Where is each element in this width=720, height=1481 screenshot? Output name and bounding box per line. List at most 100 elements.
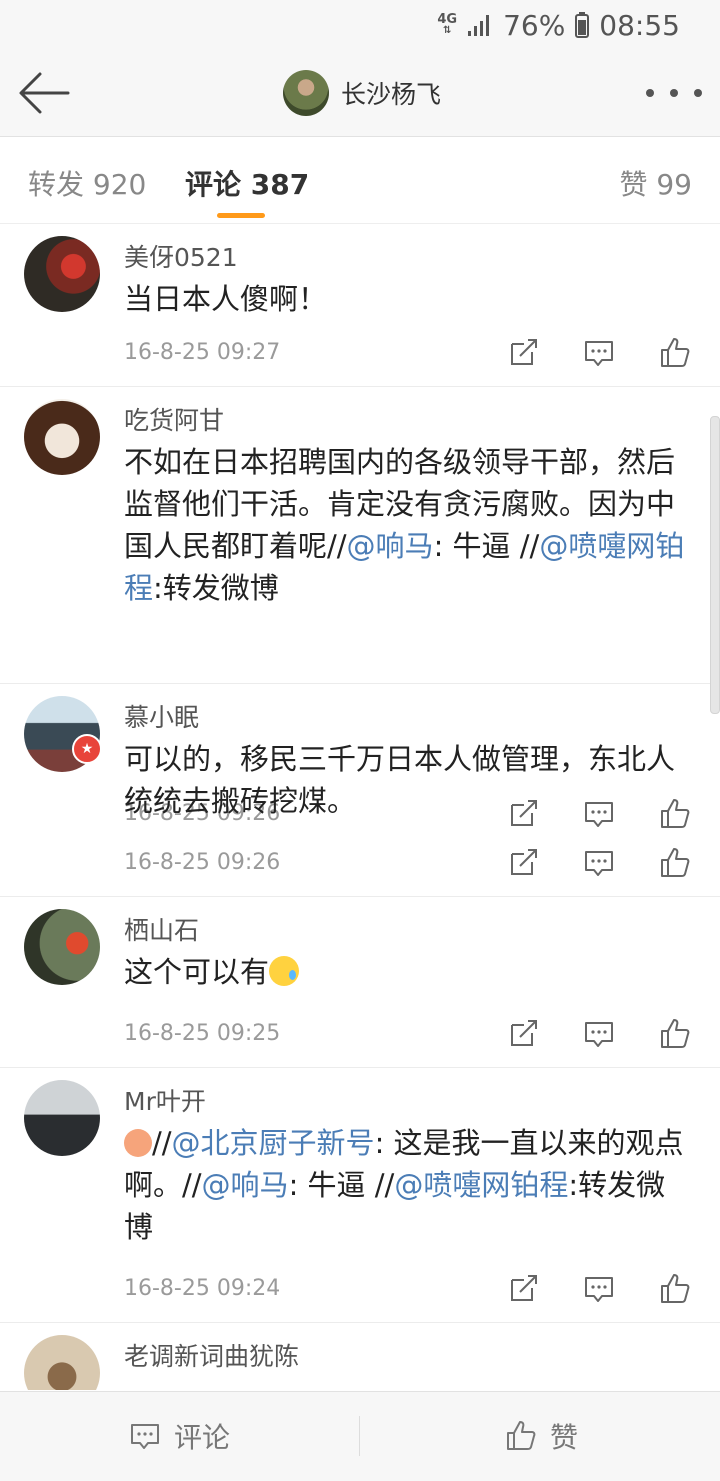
tab-comments[interactable]: 评论 387 bbox=[185, 163, 309, 203]
repost-icon bbox=[511, 1020, 537, 1046]
thumbs-up-icon bbox=[661, 338, 690, 367]
comment-text-segment: 当日本人傻啊！ bbox=[124, 282, 328, 316]
comment-time: 16-8-25 09:27 bbox=[124, 340, 281, 365]
reply-button[interactable] bbox=[582, 1272, 616, 1306]
repost-button[interactable] bbox=[506, 336, 540, 370]
back-arrow-icon bbox=[19, 72, 70, 114]
signal-icon bbox=[468, 15, 490, 36]
tab-reposts[interactable]: 转发 920 bbox=[28, 163, 146, 203]
clock: 08:55 bbox=[599, 8, 680, 42]
page-title: 长沙杨飞 bbox=[341, 80, 442, 109]
comment-text: 不如在日本招聘国内的各级领导干部，然后监督他们干活。肯定没有贪污腐败。因为中国人… bbox=[124, 441, 694, 609]
reply-button[interactable] bbox=[582, 1017, 616, 1051]
comment-actions bbox=[506, 336, 692, 370]
more-dot-icon bbox=[646, 89, 654, 97]
comment-time: 16-8-25 09:26 bbox=[124, 850, 281, 875]
network-indicator: 4G ⇅ bbox=[437, 12, 458, 36]
reply-button[interactable] bbox=[582, 846, 616, 880]
monkey-emoji-icon bbox=[124, 1129, 152, 1157]
like-button[interactable] bbox=[658, 846, 692, 880]
comment-item: 美伢0521 当日本人傻啊！ 16-8-25 09:27 bbox=[0, 224, 720, 387]
top-bar: 长沙杨飞 bbox=[0, 50, 720, 137]
repost-icon bbox=[511, 1275, 537, 1301]
network-type: 4G bbox=[437, 12, 458, 27]
comment-text-segment: 这个可以有 bbox=[124, 955, 270, 989]
thumbs-up-icon bbox=[661, 848, 690, 877]
bottom-comment-button[interactable]: 评论 bbox=[128, 1416, 230, 1456]
reply-button[interactable] bbox=[582, 336, 616, 370]
crying-emoji-icon bbox=[269, 956, 300, 986]
battery-icon bbox=[575, 12, 590, 38]
comment-text-segment: 可以的，移民三千万日本人做管理，东北人统统去搬砖挖煤。 bbox=[124, 742, 676, 818]
avatar[interactable] bbox=[24, 909, 100, 985]
comment-username[interactable]: 吃货阿甘 bbox=[124, 401, 224, 437]
comment-item: Mr叶开 //@北京厨子新号: 这是我一直以来的观点啊。//@响马: 牛逼 //… bbox=[0, 1068, 720, 1323]
comment-icon bbox=[585, 851, 613, 876]
avatar[interactable] bbox=[24, 1335, 100, 1390]
mention-link[interactable]: @响马 bbox=[347, 529, 434, 563]
more-dot-icon bbox=[670, 89, 678, 97]
comment-username[interactable]: 老调新词曲犹陈 bbox=[124, 1337, 299, 1373]
comment-item: ★ 慕小眠 可以的，移民三千万日本人做管理，东北人统统去搬砖挖煤。 16-8-2… bbox=[0, 684, 720, 897]
repost-button[interactable] bbox=[506, 1017, 540, 1051]
mention-link[interactable]: @响马 bbox=[202, 1168, 289, 1202]
comment-username[interactable]: 慕小眠 bbox=[124, 698, 199, 734]
comment-username[interactable]: Mr叶开 bbox=[124, 1082, 206, 1118]
avatar[interactable] bbox=[24, 236, 100, 312]
comment-list[interactable]: 美伢0521 当日本人傻啊！ 16-8-25 09:27 吃货阿甘 不如在日本招… bbox=[0, 224, 720, 1390]
tab-likes[interactable]: 赞 99 bbox=[619, 163, 692, 203]
avatar[interactable] bbox=[24, 399, 100, 475]
comment-username[interactable]: 栖山石 bbox=[124, 911, 199, 947]
active-tab-indicator bbox=[217, 213, 265, 218]
repost-button[interactable] bbox=[506, 1272, 540, 1306]
bottom-like-button[interactable]: 赞 bbox=[504, 1416, 578, 1456]
repost-icon bbox=[511, 339, 537, 365]
comment-time: 16-8-25 09:25 bbox=[124, 1021, 281, 1046]
scrollbar[interactable] bbox=[710, 416, 720, 714]
comment-time: 16-8-25 09:24 bbox=[124, 1276, 281, 1301]
thumbs-up-icon bbox=[507, 1421, 536, 1450]
bottom-action-bar: 评论 赞 bbox=[0, 1391, 720, 1481]
verified-badge-icon: ★ bbox=[72, 734, 102, 764]
repost-icon bbox=[511, 849, 537, 875]
comment-text: 这个可以有 bbox=[124, 951, 694, 993]
avatar[interactable] bbox=[24, 1080, 100, 1156]
comment-item: 吃货阿甘 不如在日本招聘国内的各级领导干部，然后监督他们干活。肯定没有贪污腐败。… bbox=[0, 387, 720, 828]
status-bar: 4G ⇅ 76% 08:55 bbox=[0, 0, 720, 50]
more-options-button[interactable] bbox=[646, 80, 702, 106]
comment-icon bbox=[131, 1424, 159, 1449]
header-avatar[interactable] bbox=[283, 70, 329, 116]
comment-text: //@北京厨子新号: 这是我一直以来的观点啊。//@响马: 牛逼 //@喷嚏网铂… bbox=[124, 1122, 694, 1248]
bottom-like-label: 赞 bbox=[550, 1421, 579, 1454]
mention-link[interactable]: @喷嚏网铂程 bbox=[394, 1168, 568, 1202]
comment-item: 栖山石 这个可以有 16-8-25 09:25 bbox=[0, 897, 720, 1068]
more-dot-icon bbox=[694, 89, 702, 97]
comment-text-segment: // bbox=[152, 1126, 172, 1160]
comment-text-segment: :转发微博 bbox=[153, 571, 279, 605]
mention-link[interactable]: @北京厨子新号 bbox=[172, 1126, 375, 1160]
comment-text: 当日本人傻啊！ bbox=[124, 278, 694, 320]
battery-percent: 76% bbox=[503, 8, 566, 42]
comment-actions bbox=[506, 1017, 692, 1051]
back-button[interactable] bbox=[18, 70, 70, 116]
comment-actions bbox=[506, 846, 692, 880]
comment-icon bbox=[585, 1277, 613, 1302]
comment-text-segment: : 牛逼 // bbox=[288, 1168, 395, 1202]
comment-icon bbox=[585, 341, 613, 366]
like-button[interactable] bbox=[658, 1272, 692, 1306]
comment-text: 可以的，移民三千万日本人做管理，东北人统统去搬砖挖煤。 bbox=[124, 738, 694, 822]
comment-actions bbox=[506, 1272, 692, 1306]
comment-text-segment: : 牛逼 // bbox=[433, 529, 540, 563]
bottom-comment-label: 评论 bbox=[174, 1421, 231, 1454]
status-right: 4G ⇅ 76% 08:55 bbox=[437, 8, 680, 42]
repost-button[interactable] bbox=[506, 846, 540, 880]
tab-bar: 转发 920 评论 387 赞 99 bbox=[0, 137, 720, 224]
like-button[interactable] bbox=[658, 1017, 692, 1051]
comment-icon bbox=[585, 1022, 613, 1047]
header-profile[interactable]: 长沙杨飞 bbox=[283, 68, 441, 118]
thumbs-up-icon bbox=[661, 1019, 690, 1048]
comment-item: 老调新词曲犹陈 bbox=[0, 1323, 720, 1390]
comment-username[interactable]: 美伢0521 bbox=[124, 238, 238, 274]
like-button[interactable] bbox=[658, 336, 692, 370]
thumbs-up-icon bbox=[661, 1274, 690, 1303]
